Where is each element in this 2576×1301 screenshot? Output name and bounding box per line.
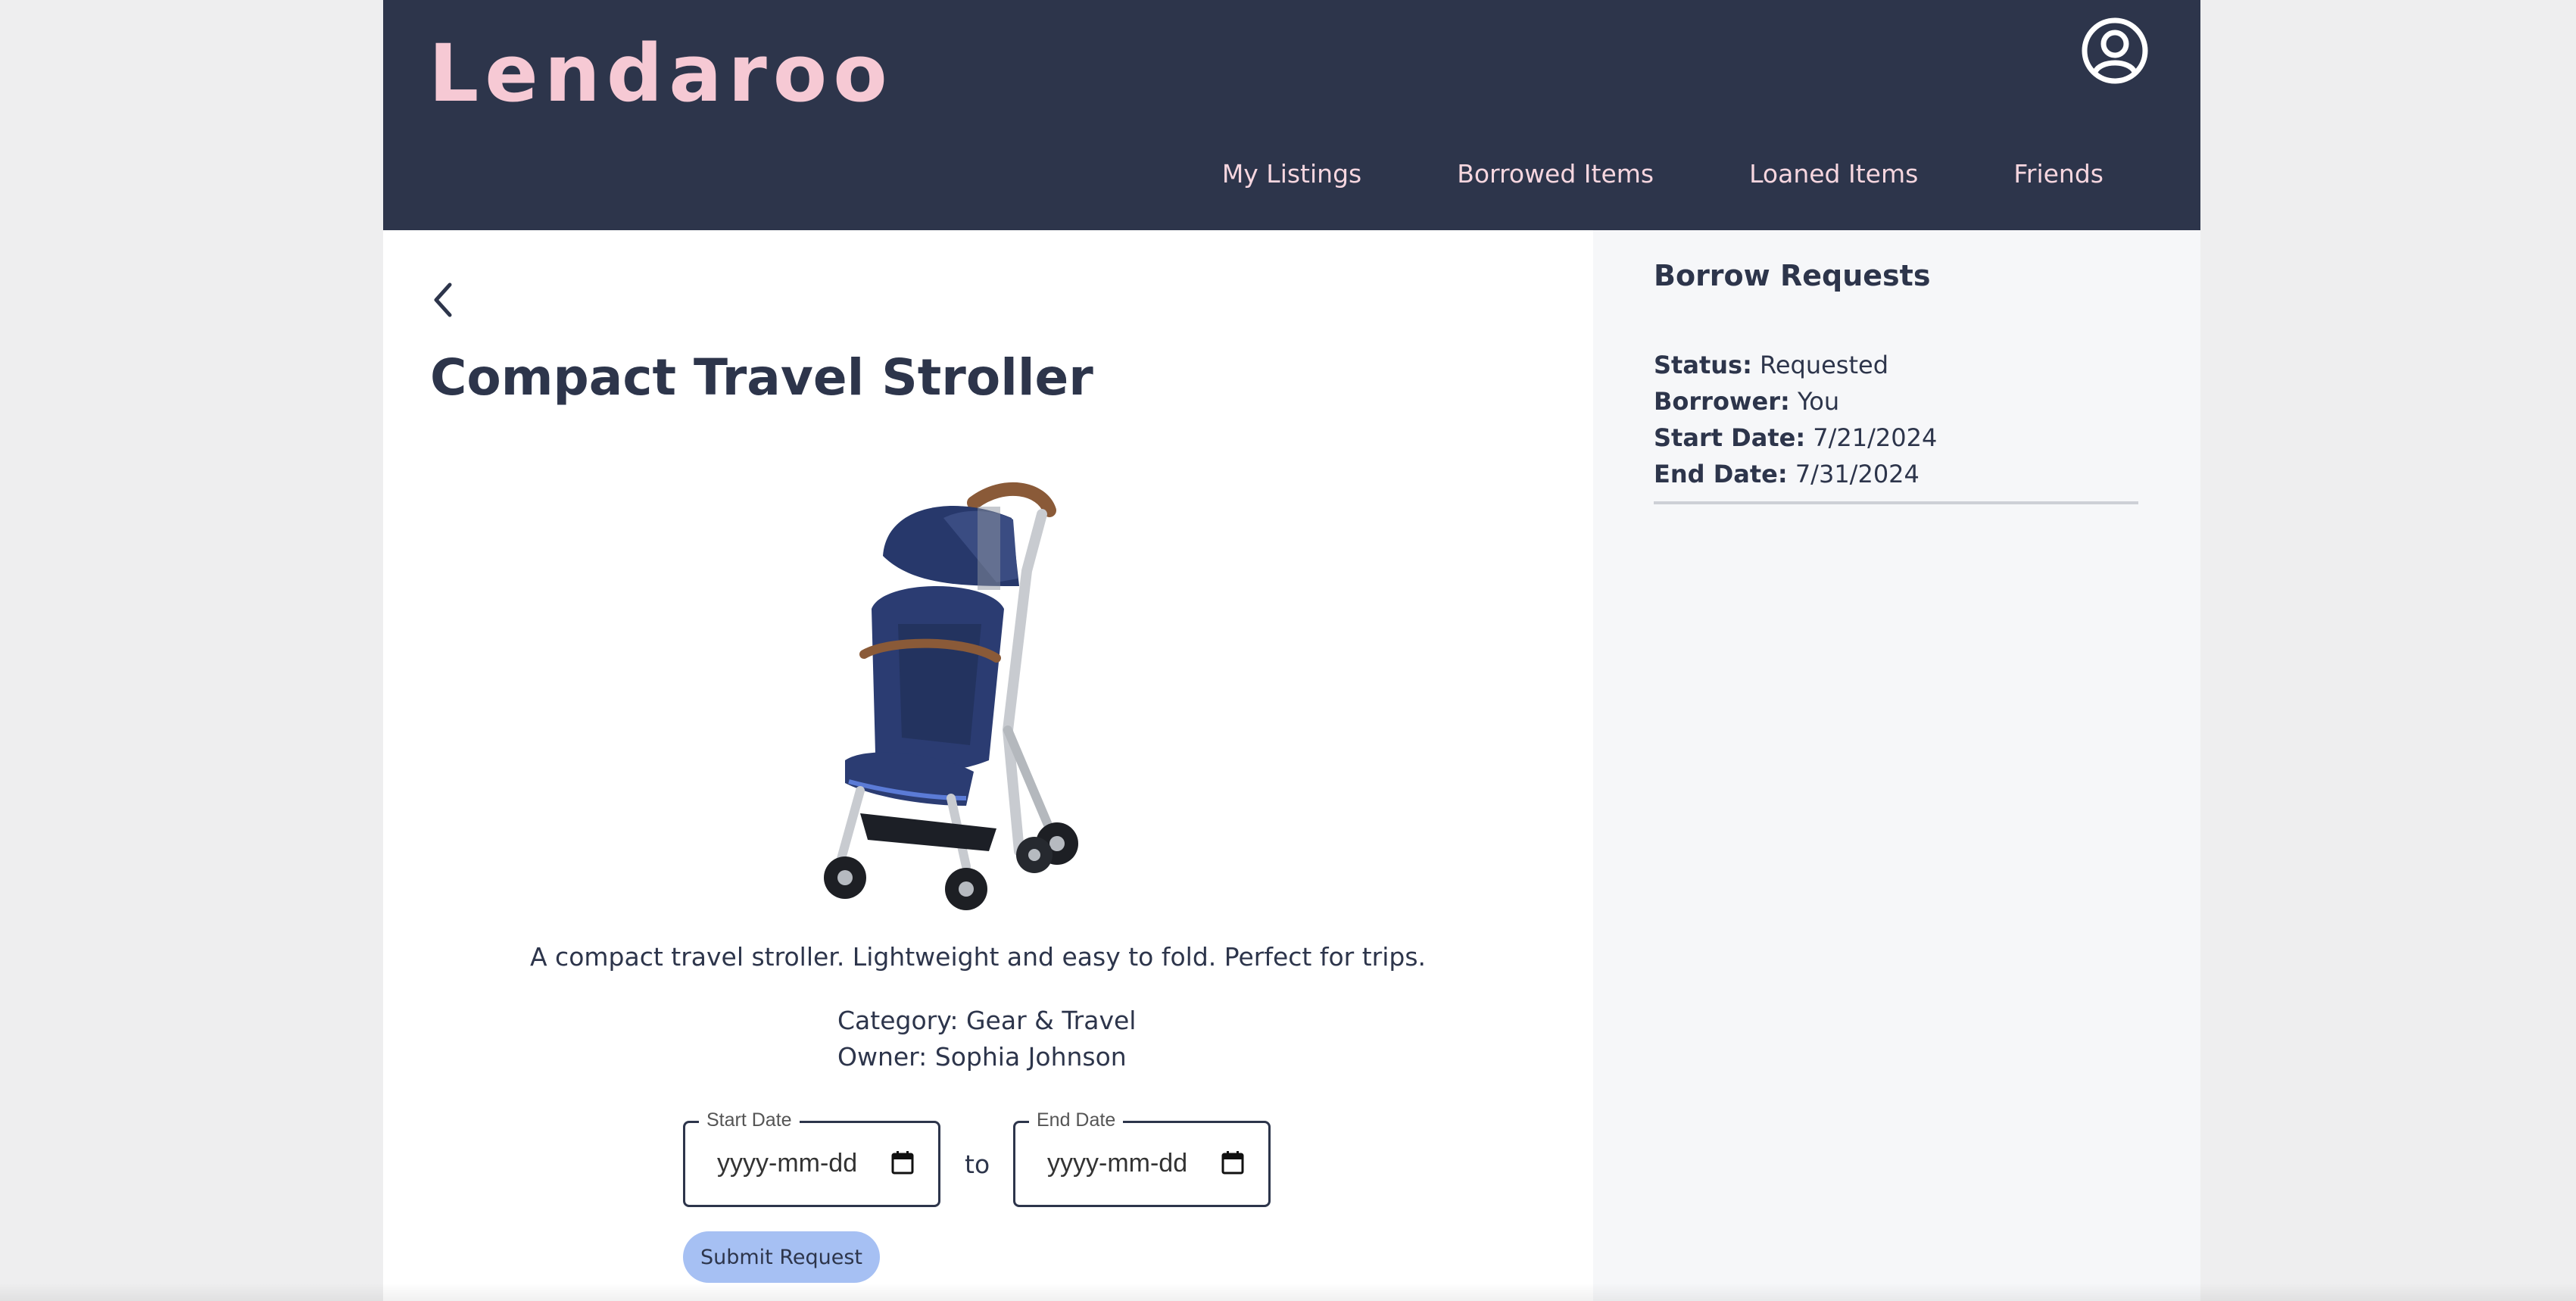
borrower-value: You [1797,387,1840,416]
start-date-field[interactable]: Start Date yyyy-mm-dd [683,1109,940,1207]
end-date-label: End Date [1029,1109,1124,1131]
item-description: A compact travel stroller. Lightweight a… [529,942,1427,972]
request-start-value: 7/21/2024 [1813,423,1938,452]
nav-my-listings[interactable]: My Listings [1222,159,1361,189]
sidebar-title: Borrow Requests [1654,259,1931,292]
submit-request-button[interactable]: Submit Request [683,1231,880,1283]
date-range-separator: to [965,1150,990,1179]
request-end-label: End Date: [1654,460,1788,488]
status-value: Requested [1760,351,1889,379]
request-status-row: Status: Requested [1654,347,2138,383]
item-detail-panel: Compact Travel Stroller A compact travel… [383,230,1593,1301]
stroller-image [824,482,1078,910]
main-nav: My Listings Borrowed Items Loaned Items … [1222,159,2104,189]
request-divider [1654,501,2138,504]
calendar-icon[interactable] [1221,1150,1244,1175]
end-date-field[interactable]: End Date yyyy-mm-dd [1013,1109,1271,1207]
app-window: Lendaroo My Listings Borrowed Items Loan… [383,0,2200,1301]
nav-borrowed-items[interactable]: Borrowed Items [1457,159,1654,189]
request-end-row: End Date: 7/31/2024 [1654,456,2138,492]
request-borrower-row: Borrower: You [1654,383,2138,420]
borrow-requests-sidebar: Borrow Requests Status: Requested Borrow… [1593,230,2200,1301]
category-value: Gear & Travel [965,1006,1137,1035]
window-bottom-shadow [0,1283,2576,1301]
start-date-input[interactable]: yyyy-mm-dd [717,1149,857,1178]
item-category-row: Category: Gear & Travel [837,1003,1136,1039]
start-date-label: Start Date [699,1109,800,1131]
item-title: Compact Travel Stroller [430,348,1093,407]
chevron-left-icon[interactable] [427,276,457,324]
item-owner-row: Owner: Sophia Johnson [837,1039,1136,1075]
top-header: Lendaroo My Listings Borrowed Items Loan… [383,0,2200,230]
request-start-row: Start Date: 7/21/2024 [1654,420,2138,456]
status-label: Status: [1654,351,1752,379]
calendar-icon[interactable] [891,1150,914,1175]
user-circle-icon[interactable] [2081,17,2149,85]
owner-label: Owner: [837,1042,928,1072]
request-start-label: Start Date: [1654,423,1806,452]
borrower-label: Borrower: [1654,387,1790,416]
owner-value: Sophia Johnson [934,1042,1127,1072]
request-end-value: 7/31/2024 [1795,460,1920,488]
nav-friends[interactable]: Friends [2013,159,2104,189]
end-date-input[interactable]: yyyy-mm-dd [1047,1149,1187,1178]
item-meta: Category: Gear & Travel Owner: Sophia Jo… [837,1003,1136,1075]
nav-loaned-items[interactable]: Loaned Items [1749,159,1918,189]
app-logo[interactable]: Lendaroo [429,27,893,120]
borrow-request-card: Status: Requested Borrower: You Start Da… [1654,347,2138,504]
category-label: Category: [837,1006,959,1035]
